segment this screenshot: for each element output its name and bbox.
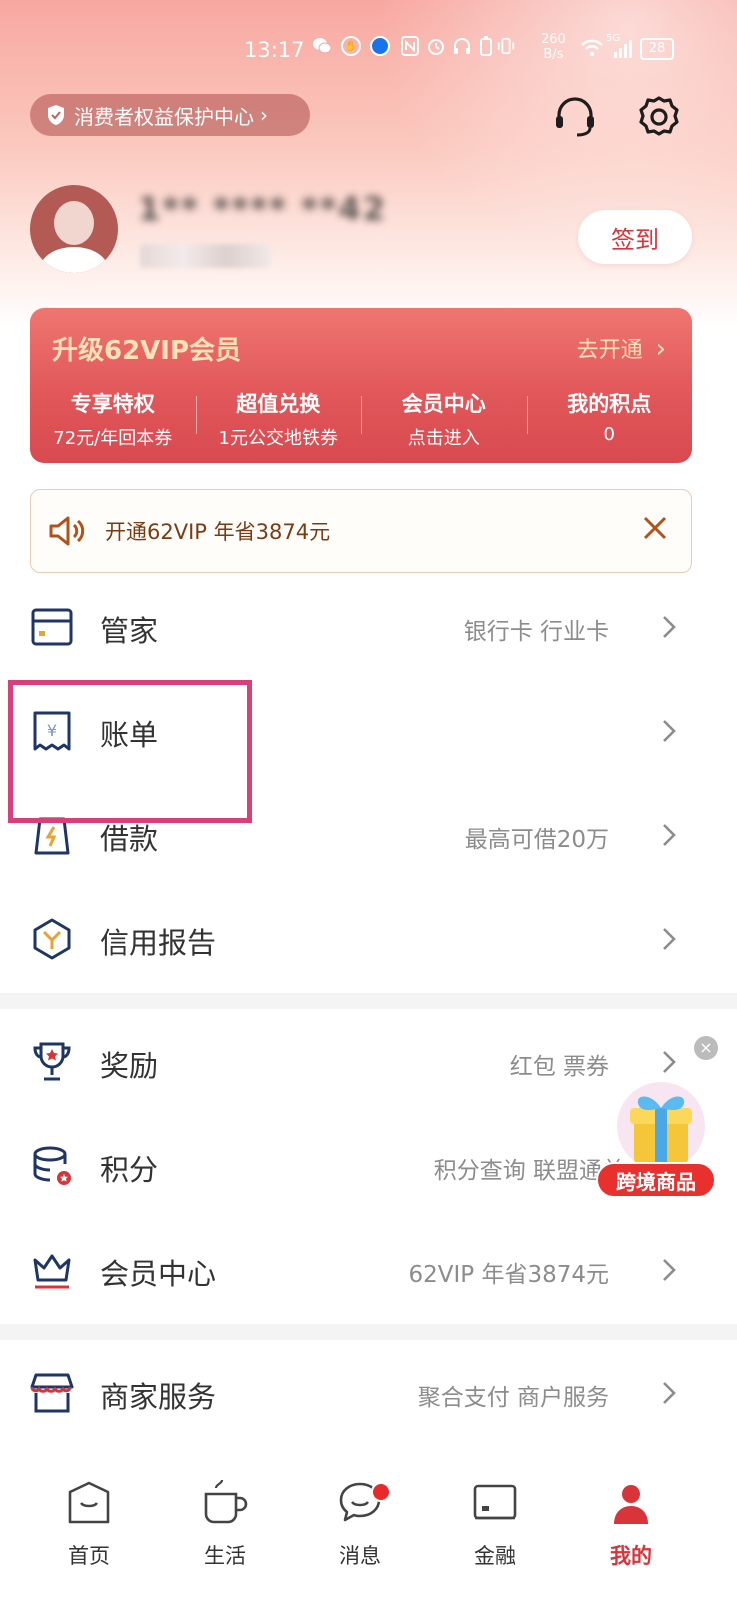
points-icon bbox=[33, 1146, 71, 1185]
unread-badge bbox=[371, 1482, 391, 1502]
vip-benefit-points[interactable]: 我的积点 0 bbox=[526, 388, 693, 448]
menu-item-housekeeper[interactable]: 管家 银行卡 行业卡 bbox=[0, 575, 737, 679]
nav-profile[interactable]: 我的 bbox=[586, 1478, 676, 1588]
chevron-right-icon bbox=[663, 720, 676, 742]
vip-benefit-sub: 1元公交地铁券 bbox=[218, 428, 338, 449]
vip-upgrade-card[interactable]: 升级62VIP会员 去开通 › 专享特权 72元/年回本券 超值兑换 1元公交地… bbox=[30, 308, 692, 463]
status-time: 13:17 bbox=[244, 38, 305, 62]
nav-home[interactable]: 首页 bbox=[44, 1478, 134, 1588]
vip-open-button[interactable]: 去开通 › bbox=[577, 332, 666, 364]
menu-item-member-center[interactable]: 会员中心 62VIP 年省3874元 bbox=[0, 1218, 737, 1322]
status-bar: 13:17 ✋ 260 B/s 5G 28 bbox=[0, 32, 737, 68]
avatar[interactable] bbox=[30, 185, 118, 273]
vip-benefit-title: 会员中心 bbox=[401, 392, 486, 416]
menu-sub: 银行卡 行业卡 bbox=[463, 619, 609, 645]
menu-label: 奖励 bbox=[100, 1049, 159, 1083]
nav-label: 首页 bbox=[68, 1544, 110, 1568]
profile-icon bbox=[614, 1485, 648, 1524]
trophy-icon bbox=[33, 1042, 71, 1081]
nav-label: 消息 bbox=[339, 1544, 381, 1568]
close-icon[interactable] bbox=[641, 514, 669, 542]
menu-item-credit-report[interactable]: 信用报告 bbox=[0, 887, 737, 991]
vip-benefit-exclusive[interactable]: 专享特权 72元/年回本券 bbox=[30, 388, 196, 449]
highlight-annotation-box bbox=[8, 680, 252, 823]
headphones-icon bbox=[452, 36, 472, 56]
vip-benefit-title: 我的积点 bbox=[567, 392, 652, 416]
cross-border-promo[interactable]: 跨境商品 bbox=[596, 1078, 718, 1204]
vip-benefit-sub: 点击进入 bbox=[407, 428, 480, 449]
vip-open-label: 去开通 bbox=[576, 338, 643, 363]
home-icon bbox=[68, 1481, 110, 1524]
menu-sub: 聚合支付 商户服务 bbox=[417, 1385, 609, 1411]
consumer-rights-label: 消费者权益保护中心 bbox=[74, 104, 254, 129]
network-speed-value: 260 bbox=[541, 32, 566, 47]
cup-icon bbox=[204, 1479, 248, 1524]
chevron-right-icon: › bbox=[655, 334, 666, 364]
chevron-right-icon bbox=[663, 1051, 676, 1073]
nav-finance[interactable]: 金融 bbox=[450, 1478, 540, 1588]
vibrate-icon bbox=[496, 36, 516, 56]
network-speed: 260 B/s bbox=[541, 32, 566, 62]
bottom-navigation: 首页 生活 消息 金融 我的 bbox=[0, 1470, 737, 1600]
notice-text: 开通62VIP 年省3874元 bbox=[105, 520, 331, 544]
promo-close-icon[interactable]: × bbox=[694, 1036, 718, 1060]
nfc-icon bbox=[400, 36, 420, 56]
nav-label: 金融 bbox=[474, 1544, 516, 1568]
vip-benefit-sub: 0 bbox=[603, 424, 615, 445]
user-name[interactable]: 1** **** **42 bbox=[138, 190, 387, 228]
crown-icon bbox=[33, 1254, 71, 1289]
consumer-rights-center-button[interactable]: 消费者权益保护中心 › bbox=[30, 94, 310, 136]
vip-notice-banner[interactable]: 开通62VIP 年省3874元 bbox=[30, 489, 692, 573]
promo-label: 跨境商品 bbox=[596, 1162, 716, 1198]
app-notification-icon bbox=[370, 36, 390, 56]
vip-benefit-exchange[interactable]: 超值兑换 1元公交地铁券 bbox=[195, 388, 362, 449]
nav-label: 我的 bbox=[610, 1544, 652, 1568]
menu-label: 管家 bbox=[100, 614, 159, 648]
finance-card-icon bbox=[473, 1484, 517, 1520]
user-subtitle-masked bbox=[140, 244, 270, 268]
menu-label: 信用报告 bbox=[100, 926, 217, 960]
nav-messages[interactable]: 消息 bbox=[315, 1478, 405, 1588]
network-speed-unit: B/s bbox=[543, 47, 564, 62]
gear-icon[interactable] bbox=[636, 94, 682, 140]
vip-benefit-sub: 72元/年回本券 bbox=[53, 428, 173, 449]
credit-report-icon bbox=[33, 918, 71, 960]
vip-benefits: 专享特权 72元/年回本券 超值兑换 1元公交地铁券 会员中心 点击进入 我的积… bbox=[30, 388, 693, 449]
chevron-right-icon bbox=[663, 1382, 676, 1404]
hand-icon: ✋ bbox=[341, 36, 361, 56]
section-divider bbox=[0, 993, 737, 1009]
nav-label: 生活 bbox=[204, 1544, 246, 1568]
vip-benefit-member-center[interactable]: 会员中心 点击进入 bbox=[361, 388, 527, 449]
wechat-icon bbox=[312, 36, 332, 56]
menu-label: 会员中心 bbox=[100, 1257, 217, 1291]
menu-sub: 红包 票券 bbox=[509, 1054, 609, 1080]
chevron-right-icon: › bbox=[260, 103, 268, 127]
signal-icon bbox=[614, 36, 632, 58]
menu-label: 积分 bbox=[100, 1153, 159, 1187]
vip-benefit-title: 专享特权 bbox=[70, 392, 155, 416]
menu-sub: 62VIP 年省3874元 bbox=[408, 1262, 610, 1288]
status-notification-icons: ✋ bbox=[312, 36, 390, 56]
card-icon bbox=[31, 608, 73, 646]
store-icon bbox=[30, 1373, 74, 1413]
chevron-right-icon bbox=[663, 1259, 676, 1281]
chevron-right-icon bbox=[663, 928, 676, 950]
chevron-right-icon bbox=[663, 616, 676, 638]
section-divider bbox=[0, 1324, 737, 1340]
chevron-right-icon bbox=[663, 824, 676, 846]
speaker-icon bbox=[49, 516, 85, 546]
nav-life[interactable]: 生活 bbox=[180, 1478, 270, 1588]
vip-benefit-title: 超值兑换 bbox=[236, 392, 321, 416]
battery-small-icon bbox=[476, 36, 496, 56]
menu-item-merchant-services[interactable]: 商家服务 聚合支付 商户服务 bbox=[0, 1341, 737, 1445]
menu-sub: 最高可借20万 bbox=[464, 827, 609, 853]
headset-icon[interactable] bbox=[552, 94, 598, 140]
menu-label: 商家服务 bbox=[100, 1380, 217, 1414]
vip-title: 升级62VIP会员 bbox=[52, 336, 242, 366]
battery-level: 28 bbox=[640, 38, 674, 60]
shield-icon bbox=[48, 105, 64, 125]
wifi-icon bbox=[581, 39, 603, 57]
checkin-button[interactable]: 签到 bbox=[578, 210, 692, 264]
alarm-icon bbox=[426, 36, 446, 56]
